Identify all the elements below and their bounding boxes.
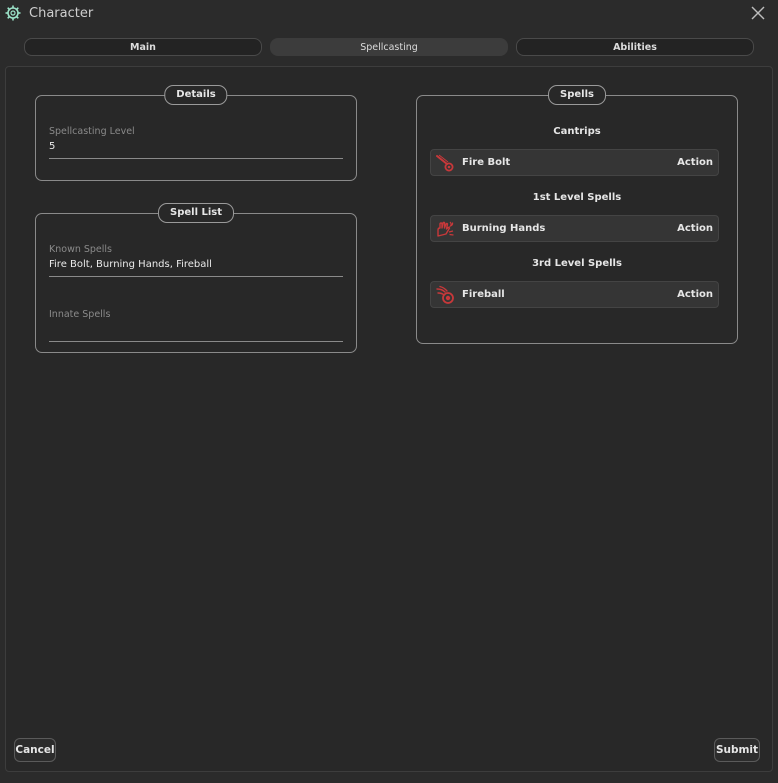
tab-spellcasting[interactable]: Spellcasting: [270, 38, 508, 56]
field-underline: [49, 158, 343, 159]
burning-hands-icon: [437, 221, 454, 237]
spell-row-fireball[interactable]: Fireball Action: [430, 281, 719, 308]
section-heading-1st-level: 1st Level Spells: [532, 192, 622, 203]
spells-group: Spells Cantrips Fire Bolt Action 1st Lev…: [416, 85, 738, 344]
section-heading-3rd-level: 3rd Level Spells: [532, 258, 622, 269]
spell-name: Fireball: [462, 289, 505, 300]
innate-spells-field[interactable]: Innate Spells: [49, 309, 343, 342]
submit-button[interactable]: Submit: [714, 738, 760, 762]
spellcasting-level-value[interactable]: 5: [49, 140, 343, 154]
spellcasting-level-field[interactable]: Spellcasting Level 5: [49, 126, 343, 159]
fireball-icon: [436, 285, 454, 304]
cancel-button[interactable]: Cancel: [14, 738, 56, 762]
spell-row-fire-bolt[interactable]: Fire Bolt Action: [430, 149, 719, 176]
spells-title: Spells: [548, 85, 606, 105]
section-heading-cantrips: Cantrips: [553, 126, 601, 137]
window-title: Character: [29, 6, 94, 21]
spell-list-group: Spell List Known Spells Fire Bolt, Burni…: [35, 203, 357, 353]
innate-spells-value[interactable]: [49, 323, 343, 337]
known-spells-value[interactable]: Fire Bolt, Burning Hands, Fireball: [49, 258, 343, 272]
fire-bolt-icon: [436, 154, 454, 171]
innate-spells-label: Innate Spells: [49, 309, 111, 320]
known-spells-label: Known Spells: [49, 244, 113, 255]
close-icon[interactable]: [750, 5, 766, 21]
tab-main[interactable]: Main: [24, 38, 262, 56]
spell-casting-time: Action: [677, 289, 713, 300]
spell-casting-time: Action: [677, 157, 713, 168]
tab-bar: Main Spellcasting Abilities: [24, 38, 754, 56]
details-title: Details: [164, 85, 228, 105]
spell-row-burning-hands[interactable]: Burning Hands Action: [430, 215, 719, 242]
tab-abilities[interactable]: Abilities: [516, 38, 754, 56]
spell-name: Burning Hands: [462, 223, 546, 234]
title-bar: Character: [0, 0, 778, 28]
spellcasting-level-label: Spellcasting Level: [49, 126, 135, 137]
field-underline: [49, 341, 343, 342]
details-group: Details Spellcasting Level 5: [35, 85, 357, 181]
spell-casting-time: Action: [677, 223, 713, 234]
gear-icon: [5, 5, 21, 21]
field-underline: [49, 276, 343, 277]
spell-list-title: Spell List: [157, 203, 235, 223]
content-panel: Details Spellcasting Level 5 Spell List …: [5, 66, 773, 772]
spell-name: Fire Bolt: [462, 157, 511, 168]
known-spells-field[interactable]: Known Spells Fire Bolt, Burning Hands, F…: [49, 244, 343, 277]
